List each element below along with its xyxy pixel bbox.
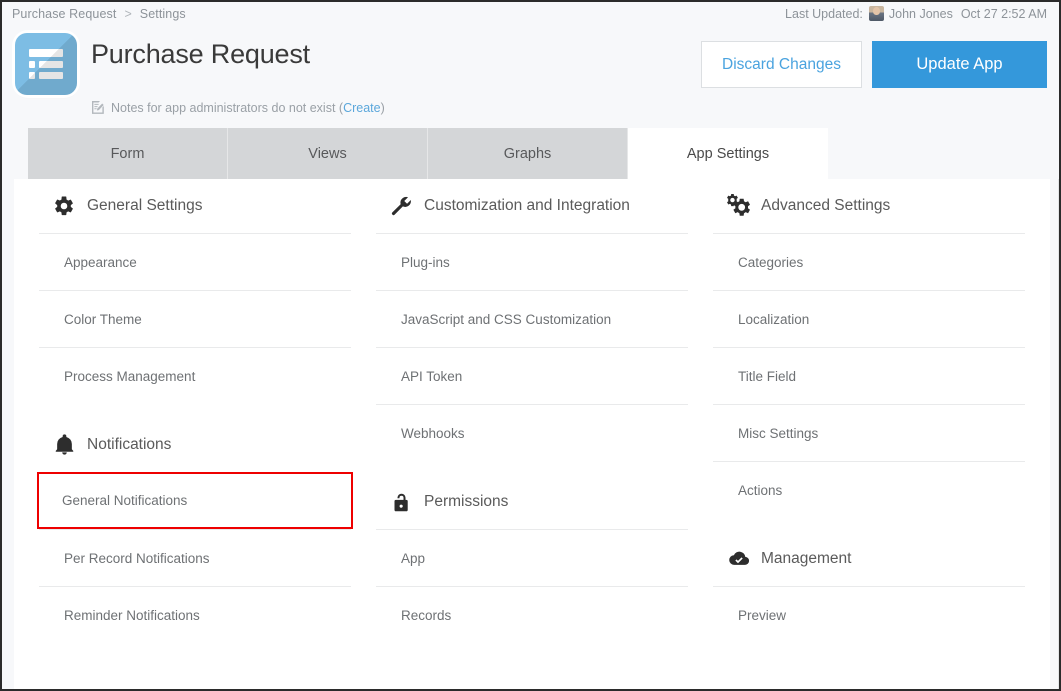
unlock-icon	[389, 490, 413, 514]
setting-preview[interactable]: Preview	[713, 586, 1025, 643]
gears-icon	[726, 194, 750, 218]
update-app-button[interactable]: Update App	[872, 41, 1047, 88]
setting-javascript-css-customization[interactable]: JavaScript and CSS Customization	[376, 290, 688, 347]
breadcrumb-item-settings[interactable]: Settings	[140, 7, 186, 21]
setting-reminder-notifications[interactable]: Reminder Notifications	[39, 586, 351, 643]
bell-icon	[52, 433, 76, 457]
group-header-management: Management	[713, 532, 1025, 586]
last-updated-user: John Jones	[889, 7, 953, 21]
gear-icon	[52, 194, 76, 218]
app-list-icon	[15, 33, 77, 95]
group-header-advanced-settings: Advanced Settings	[713, 179, 1025, 233]
group-header-notifications: Notifications	[39, 418, 351, 472]
breadcrumb-item-app[interactable]: Purchase Request	[12, 7, 116, 21]
tab-form[interactable]: Form	[28, 128, 228, 179]
setting-appearance[interactable]: Appearance	[39, 233, 351, 290]
app-header: Purchase Request Notes for app administr…	[2, 26, 1059, 127]
page-title: Purchase Request	[91, 39, 310, 70]
group-label: Customization and Integration	[424, 197, 630, 215]
group-header-general-settings: General Settings	[39, 179, 351, 233]
setting-api-token[interactable]: API Token	[376, 347, 688, 404]
app-notes-text-close: )	[381, 101, 385, 115]
setting-color-theme[interactable]: Color Theme	[39, 290, 351, 347]
group-label: General Settings	[87, 197, 202, 215]
last-updated-label: Last Updated:	[785, 7, 863, 21]
cloud-check-icon	[726, 547, 750, 571]
discard-changes-button[interactable]: Discard Changes	[701, 41, 862, 88]
group-label: Permissions	[424, 493, 508, 511]
last-updated-info: Last Updated: John Jones Oct 27 2:52 AM	[785, 6, 1047, 21]
setting-actions[interactable]: Actions	[713, 461, 1025, 518]
app-window: Purchase Request > Settings Last Updated…	[0, 0, 1061, 691]
setting-webhooks[interactable]: Webhooks	[376, 404, 688, 461]
setting-plugins[interactable]: Plug-ins	[376, 233, 688, 290]
settings-content-panel: General Settings Appearance Color Theme …	[14, 179, 1050, 691]
settings-column-general: General Settings Appearance Color Theme …	[28, 179, 362, 643]
tab-bar: Form Views Graphs App Settings	[28, 128, 828, 179]
setting-per-record-notifications[interactable]: Per Record Notifications	[39, 529, 351, 586]
breadcrumb-separator: >	[124, 7, 131, 21]
avatar	[869, 6, 884, 21]
app-notes: Notes for app administrators do not exis…	[91, 100, 385, 115]
group-label: Notifications	[87, 436, 171, 454]
tab-views[interactable]: Views	[228, 128, 428, 179]
setting-process-management[interactable]: Process Management	[39, 347, 351, 404]
tab-graphs[interactable]: Graphs	[428, 128, 628, 179]
group-header-permissions: Permissions	[376, 475, 688, 529]
setting-categories[interactable]: Categories	[713, 233, 1025, 290]
setting-misc-settings[interactable]: Misc Settings	[713, 404, 1025, 461]
group-label: Management	[761, 550, 851, 568]
panel-right-edge	[1058, 179, 1059, 691]
setting-title-field[interactable]: Title Field	[713, 347, 1025, 404]
last-updated-timestamp: Oct 27 2:52 AM	[961, 7, 1047, 21]
settings-columns: General Settings Appearance Color Theme …	[14, 179, 1050, 643]
note-edit-icon	[91, 100, 105, 115]
setting-permissions-records[interactable]: Records	[376, 586, 688, 643]
tab-app-settings[interactable]: App Settings	[628, 128, 828, 179]
group-header-customization: Customization and Integration	[376, 179, 688, 233]
wrench-icon	[389, 194, 413, 218]
setting-permissions-app[interactable]: App	[376, 529, 688, 586]
app-notes-text: Notes for app administrators do not exis…	[111, 101, 343, 115]
settings-column-customization: Customization and Integration Plug-ins J…	[365, 179, 699, 643]
setting-general-notifications[interactable]: General Notifications	[37, 472, 353, 529]
setting-localization[interactable]: Localization	[713, 290, 1025, 347]
settings-column-advanced: Advanced Settings Categories Localizatio…	[702, 179, 1036, 643]
create-notes-link[interactable]: Create	[343, 101, 381, 115]
group-label: Advanced Settings	[761, 197, 890, 215]
